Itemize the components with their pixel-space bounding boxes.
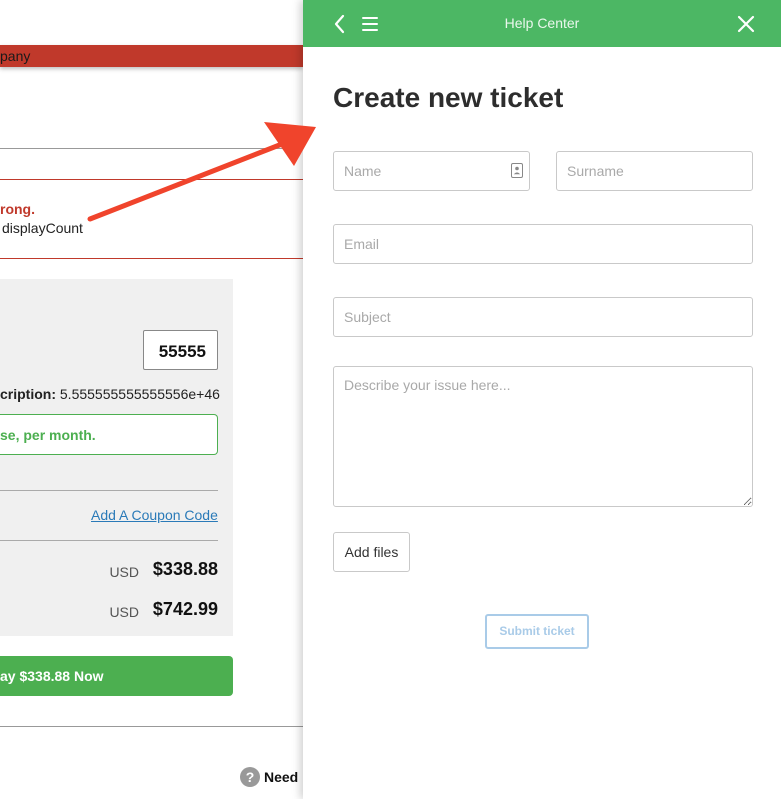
price-amount: $742.99	[152, 599, 218, 619]
price-row: USD $338.88	[0, 559, 218, 581]
description-textarea[interactable]	[333, 366, 753, 507]
question-icon: ?	[240, 767, 260, 787]
price-currency: USD	[109, 604, 139, 620]
help-link[interactable]: ? Need	[240, 767, 298, 787]
submit-ticket-button[interactable]: Submit ticket	[485, 614, 589, 649]
subscription-label: cription:	[0, 386, 56, 402]
add-files-button[interactable]: Add files	[333, 532, 410, 572]
divider	[0, 490, 218, 491]
checkout-page-background: pany rong. displayCount 55555 cription: …	[0, 0, 303, 799]
surname-field[interactable]	[556, 151, 753, 191]
pay-now-button[interactable]: ay $338.88 Now	[0, 656, 233, 696]
price-notice-text: se, per month.	[0, 427, 96, 443]
page-title: Create new ticket	[333, 82, 564, 113]
price-row: USD $742.99	[0, 599, 218, 621]
subscription-line: cription: 5.555555555555556e+46	[0, 386, 220, 402]
alert-bar-text: pany	[0, 48, 31, 64]
error-title: rong.	[0, 201, 35, 217]
quantity-input[interactable]: 55555	[143, 330, 218, 370]
price-notice: se, per month.	[0, 414, 218, 455]
subscription-value: 5.555555555555556e+46	[59, 386, 220, 402]
error-border-top	[0, 179, 303, 180]
close-icon[interactable]	[734, 12, 758, 36]
price-currency: USD	[109, 564, 139, 580]
price-amount: $338.88	[152, 559, 218, 579]
alert-bar: pany	[0, 45, 303, 67]
subject-field[interactable]	[333, 297, 753, 337]
help-center-header: Help Center	[303, 0, 781, 47]
contact-card-icon	[511, 163, 523, 178]
divider	[0, 148, 303, 149]
error-border-bottom	[0, 258, 303, 259]
help-center-panel: Help Center Create new ticket Add files …	[303, 0, 781, 799]
add-coupon-link[interactable]: Add A Coupon Code	[91, 507, 218, 523]
error-message: displayCount	[2, 220, 83, 236]
pay-now-label: ay $338.88 Now	[0, 668, 104, 684]
divider	[0, 540, 218, 541]
name-field[interactable]	[333, 151, 530, 191]
help-link-label: Need	[264, 769, 299, 785]
help-center-title: Help Center	[504, 15, 580, 31]
email-field[interactable]	[333, 224, 753, 264]
divider	[0, 726, 303, 727]
